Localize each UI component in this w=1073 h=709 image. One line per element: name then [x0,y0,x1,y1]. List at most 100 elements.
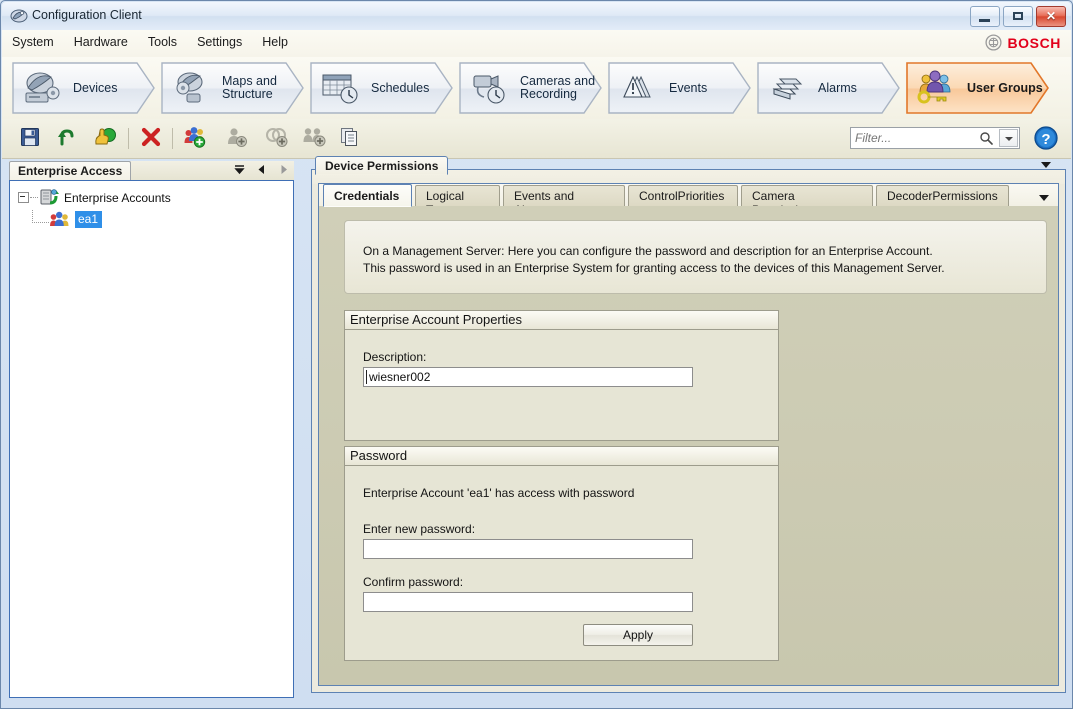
group-title-account-properties: Enterprise Account Properties [345,311,778,330]
tab-logical-tree[interactable]: Logical Tree [415,185,500,217]
tree-node-enterprise-accounts[interactable]: Enterprise Accounts [18,187,293,208]
filter-input[interactable] [851,128,991,148]
ribbon-tab-user-groups[interactable]: User Groups [905,61,1051,115]
search-icon [979,131,993,145]
menu-item-help[interactable]: Help [252,30,298,54]
menu-item-settings[interactable]: Settings [187,30,252,54]
new-password-label: Enter new password: [363,522,476,536]
tab-credentials[interactable]: Credentials [323,184,412,207]
ribbon-label-maps-line1: Maps and [222,74,277,88]
right-panel-dropdown-button[interactable] [1039,159,1053,173]
add-dual-authorization-group-button[interactable] [262,124,292,153]
tab-device-permissions[interactable]: Device Permissions [315,156,449,175]
description-label: Description: [363,350,427,364]
copy-pages-icon [338,126,360,151]
left-panel-controls [233,163,290,176]
save-button[interactable] [15,124,45,153]
application-window: Configuration Client ✕ System Hardware T… [0,0,1073,709]
window-controls: ✕ [970,6,1066,27]
credentials-tab-strip: Credentials Logical Tree Events and Alar… [319,184,1058,217]
hand-activate-icon [93,126,117,151]
bosch-logo: BOSCH [985,34,1061,51]
right-panel: Device Permissions Credentials Logical T… [311,156,1066,693]
tree-expand-toggle-icon[interactable] [18,192,29,203]
help-question-icon: ? [1033,126,1059,154]
ribbon-tab-events[interactable]: Events [607,61,753,115]
maximize-button[interactable] [1003,6,1033,27]
menu-item-tools[interactable]: Tools [138,30,187,54]
filter-dropdown-button[interactable] [999,129,1018,147]
menu-item-hardware[interactable]: Hardware [64,30,138,54]
ribbon-label-cameras-line2: Recording [520,87,577,101]
close-button[interactable]: ✕ [1036,6,1066,27]
ribbon-bar: Devices Maps and Structure Schedules Cam… [2,57,1071,119]
tree-label-ea1: ea1 [75,210,103,228]
description-field[interactable] [363,367,700,387]
tree-node-ea1[interactable]: ea1 [32,208,293,230]
tab-camera-permissions[interactable]: Camera Permissions [741,185,873,217]
info-line-2: This password is used in an Enterprise S… [363,261,945,275]
new-password-input[interactable] [364,540,698,558]
tree-label-enterprise-accounts: Enterprise Accounts [64,190,171,205]
cameras-recording-icon [468,70,514,106]
tab-events-and-alarms[interactable]: Events and Alarms [503,185,625,217]
tab-enterprise-access[interactable]: Enterprise Access [9,161,132,180]
ribbon-label-cameras-line1: Cameras and [520,74,596,88]
new-password-field[interactable] [363,539,698,559]
info-line-1: On a Management Server: Here you can con… [363,244,933,258]
enterprise-account-icon [49,210,71,228]
tab-decoder-permissions[interactable]: DecoderPermissions [876,185,1009,206]
help-button[interactable]: ? [1033,125,1059,151]
ribbon-tab-schedules[interactable]: Schedules [309,61,455,115]
tree-view: Enterprise Accounts ea1 [10,181,293,230]
ribbon-chevron-group: Devices Maps and Structure Schedules Cam… [11,61,1054,115]
delete-button[interactable] [136,124,166,153]
add-enterprise-user-group-button[interactable] [300,124,330,153]
forward-arrow-icon[interactable] [277,163,290,176]
window-title: Configuration Client [32,8,142,22]
add-user-group-button[interactable] [180,124,210,153]
add-user-icon [225,126,249,151]
undo-arrow-icon [55,126,77,151]
ribbon-tab-maps-and-structure[interactable]: Maps and Structure [160,61,306,115]
ribbon-label-events: Events [669,80,708,95]
ribbon-tab-cameras-and-recording[interactable]: Cameras and Recording [458,61,604,115]
toolbar-separator-2 [172,128,173,149]
collapse-all-icon[interactable] [233,163,246,176]
activate-configuration-button[interactable] [90,124,120,153]
ribbon-label-schedules: Schedules [371,80,430,95]
apply-button[interactable]: Apply [583,624,693,646]
ribbon-label-maps-line2: Structure [222,87,273,101]
maps-structure-icon [170,70,216,106]
bosch-symbol-icon [985,34,1002,51]
tabs-overflow-dropdown-button[interactable] [1038,191,1050,205]
bosch-wordmark: BOSCH [1007,34,1061,51]
undo-button[interactable] [51,124,81,153]
toolbar: ? [2,119,1071,159]
ribbon-label-user-groups: User Groups [967,80,1043,95]
confirm-password-label: Confirm password: [363,575,464,589]
confirm-password-input[interactable] [364,593,698,611]
devices-icon [21,70,67,106]
confirm-password-field[interactable] [363,592,698,612]
left-panel-tab-row: Enterprise Access [9,161,294,180]
password-access-text: Enterprise Account 'ea1' has access with… [363,486,635,500]
toolbar-separator-1 [128,128,129,149]
enterprise-access-tree-panel[interactable]: Enterprise Accounts ea1 [9,180,294,698]
filter-field[interactable] [850,127,1020,149]
delete-x-icon [140,126,162,151]
menu-bar: System Hardware Tools Settings Help BOSC… [2,30,1071,58]
copy-button[interactable] [334,124,364,153]
menu-item-system[interactable]: System [2,30,64,54]
enterprise-account-properties-group: Enterprise Account Properties Descriptio… [344,310,779,441]
tab-control-priorities[interactable]: ControlPriorities [628,185,738,206]
back-arrow-icon[interactable] [255,163,268,176]
minimize-button[interactable] [970,6,1000,27]
description-input[interactable] [364,368,700,386]
add-user-button[interactable] [222,124,252,153]
ribbon-tab-alarms[interactable]: Alarms [756,61,902,115]
user-groups-icon [915,70,961,106]
ribbon-tab-devices[interactable]: Devices [11,61,157,115]
text-caret [366,370,367,384]
credentials-panel: Credentials Logical Tree Events and Alar… [318,183,1059,686]
